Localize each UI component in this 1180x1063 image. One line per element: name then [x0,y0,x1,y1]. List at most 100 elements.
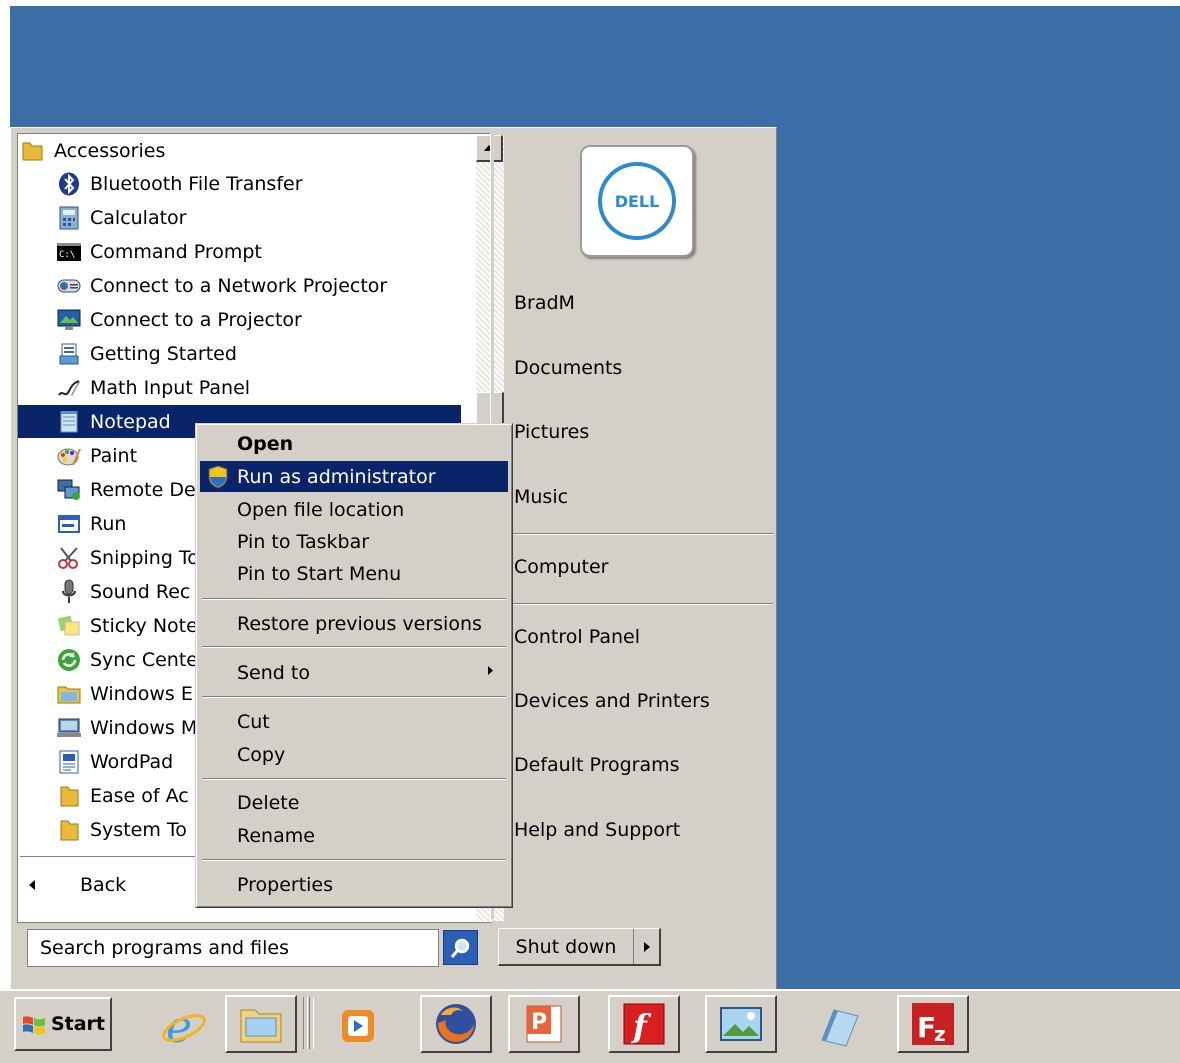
program-label: Ease of Ac [90,784,189,807]
start-label: Start [50,1013,106,1035]
bluetooth-icon [56,171,82,197]
right-item-pictures[interactable]: Pictures [514,421,589,443]
program-label: Command Prompt [90,240,262,263]
sticky-notes-icon [56,613,82,639]
right-item-default-programs[interactable]: Default Programs [514,754,680,776]
folder-icon [56,783,82,809]
right-item-computer[interactable]: Computer [514,556,608,578]
dell-logo: DELL [598,162,676,240]
snipping-tool-icon [56,545,82,571]
menu-item-properties[interactable]: Properties [200,869,508,900]
menu-item-delete[interactable]: Delete [200,787,508,818]
right-item-documents[interactable]: Documents [514,357,622,379]
submenu-arrow-icon [487,665,494,680]
shutdown-options-button[interactable] [634,929,659,964]
start-button[interactable]: Start [14,997,112,1051]
back-button[interactable]: Back [28,874,126,896]
taskbar-media-player[interactable] [322,999,394,1053]
program-label: Remote De [90,478,196,501]
divider [493,533,773,535]
taskbar-photo-viewer[interactable] [705,995,777,1053]
search-button[interactable] [443,930,478,965]
menu-item-run-as-admin[interactable]: Run as administrator [200,461,508,492]
projector-icon [56,307,82,333]
program-item[interactable]: Getting Started [56,337,496,370]
math-input-icon [56,375,82,401]
folder-icon [56,817,82,843]
taskbar-firefox[interactable] [420,995,492,1053]
menu-separator [202,646,506,648]
menu-item-open-file-location[interactable]: Open file location [200,494,508,525]
program-item[interactable]: C:\ Command Prompt [56,235,496,268]
program-label: Sync Cente [90,648,198,671]
windows-explorer-icon [56,681,82,707]
folder-accessories[interactable]: Accessories [20,134,460,167]
program-label: Sticky Note [90,614,198,637]
program-label: Windows M [90,716,198,739]
program-label: Run [90,512,127,535]
back-label: Back [80,874,127,896]
program-item[interactable]: Calculator [56,201,496,234]
menu-item-label: Run as administrator [237,465,436,488]
program-item[interactable]: Math Input Panel [56,371,496,404]
network-projector-icon [56,273,82,299]
program-item[interactable]: Connect to a Network Projector [56,269,496,302]
program-item[interactable]: Bluetooth File Transfer [56,167,496,200]
menu-item-open[interactable]: Open [200,428,508,459]
folder-label: Accessories [54,139,166,162]
arrow-right-icon [643,941,650,952]
menu-item-cut[interactable]: Cut [200,706,508,737]
program-label: Connect to a Network Projector [90,274,388,297]
program-item[interactable]: Connect to a Projector [56,303,496,336]
menu-item-pin-start[interactable]: Pin to Start Menu [200,558,508,589]
paint-icon [56,443,82,469]
menu-separator [202,859,506,861]
menu-item-rename[interactable]: Rename [200,820,508,851]
calculator-icon [56,205,82,231]
right-item-devices-printers[interactable]: Devices and Printers [514,690,710,712]
program-label: Getting Started [90,342,237,365]
program-label: Paint [90,444,138,467]
search-icon [450,938,469,958]
getting-started-icon [56,341,82,367]
divider [493,603,773,605]
taskbar-divider [309,997,314,1049]
program-label: Bluetooth File Transfer [90,172,303,195]
right-item-music[interactable]: Music [514,486,568,508]
sync-center-icon [56,647,82,673]
menu-item-pin-taskbar[interactable]: Pin to Taskbar [200,526,508,557]
taskbar-flash[interactable]: f [608,995,680,1053]
filezilla-icon: F z [912,1003,954,1046]
shutdown-button[interactable]: Shut down [498,928,661,966]
taskbar-filezilla[interactable]: F z [897,995,969,1053]
menu-item-send-to[interactable]: Send to [200,657,508,688]
taskbar-powerpoint[interactable]: P [508,995,580,1053]
taskbar-internet-explorer[interactable]: e [148,999,220,1053]
context-menu: Open Run as administrator Open file loca… [195,423,513,908]
right-item-help-support[interactable]: Help and Support [514,819,680,841]
program-label: Calculator [90,206,187,229]
arrow-left-icon [29,880,35,890]
internet-explorer-icon: e [162,1002,206,1050]
taskbar-windows-explorer[interactable] [225,995,297,1053]
user-picture[interactable]: DELL [580,145,694,257]
notepad-icon [56,409,82,435]
folder-icon [20,138,46,164]
program-label: WordPad [90,750,174,773]
menu-item-copy[interactable]: Copy [200,739,508,770]
photo-viewer-icon [720,1007,762,1041]
media-player-icon [342,1010,374,1042]
taskbar-notepad[interactable] [802,999,874,1053]
run-icon [56,511,82,537]
wordpad-icon [56,749,82,775]
right-item-control-panel[interactable]: Control Panel [514,626,640,648]
right-item-user[interactable]: BradM [514,292,575,314]
program-label: Connect to a Projector [90,308,302,331]
shutdown-label[interactable]: Shut down [499,929,634,964]
program-label: Windows E [90,682,193,705]
svg-text:P: P [531,1010,547,1035]
menu-item-restore-versions[interactable]: Restore previous versions [200,608,508,639]
search-input[interactable]: Search programs and files [27,929,439,967]
program-label: Snipping To [90,546,199,569]
taskbar: Start e P f F z [0,989,1180,1063]
